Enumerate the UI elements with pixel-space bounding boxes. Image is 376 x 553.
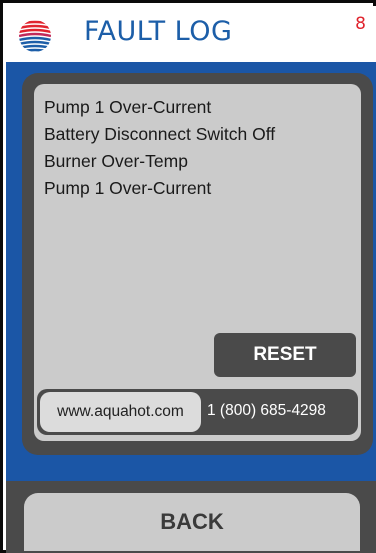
fault-list: Pump 1 Over-Current Battery Disconnect S… [44,94,275,202]
main-area: Pump 1 Over-Current Battery Disconnect S… [6,62,376,481]
bottom-bar: BACK [6,481,376,553]
contact-bar: www.aquahot.com 1 (800) 685-4298 [37,389,358,435]
fault-count-badge: 8 [355,14,366,34]
website-link[interactable]: www.aquahot.com [40,392,201,432]
page-title: FAULT LOG [84,16,233,47]
aquahot-globe-icon [18,19,52,53]
fault-item: Battery Disconnect Switch Off [44,124,276,144]
fault-item: Pump 1 Over-Current [44,178,212,198]
fault-item: Burner Over-Temp [44,151,188,171]
back-button[interactable]: BACK [24,493,360,551]
screen-frame: FAULT LOG 8 Pump 1 Over-Current Battery … [0,0,376,553]
header-bar: FAULT LOG 8 [6,6,376,62]
phone-number: 1 (800) 685-4298 [207,402,326,419]
reset-button[interactable]: RESET [214,333,356,377]
fault-panel: Pump 1 Over-Current Battery Disconnect S… [22,73,373,455]
fault-list-panel: Pump 1 Over-Current Battery Disconnect S… [34,84,361,441]
fault-item: Pump 1 Over-Current [44,97,212,117]
